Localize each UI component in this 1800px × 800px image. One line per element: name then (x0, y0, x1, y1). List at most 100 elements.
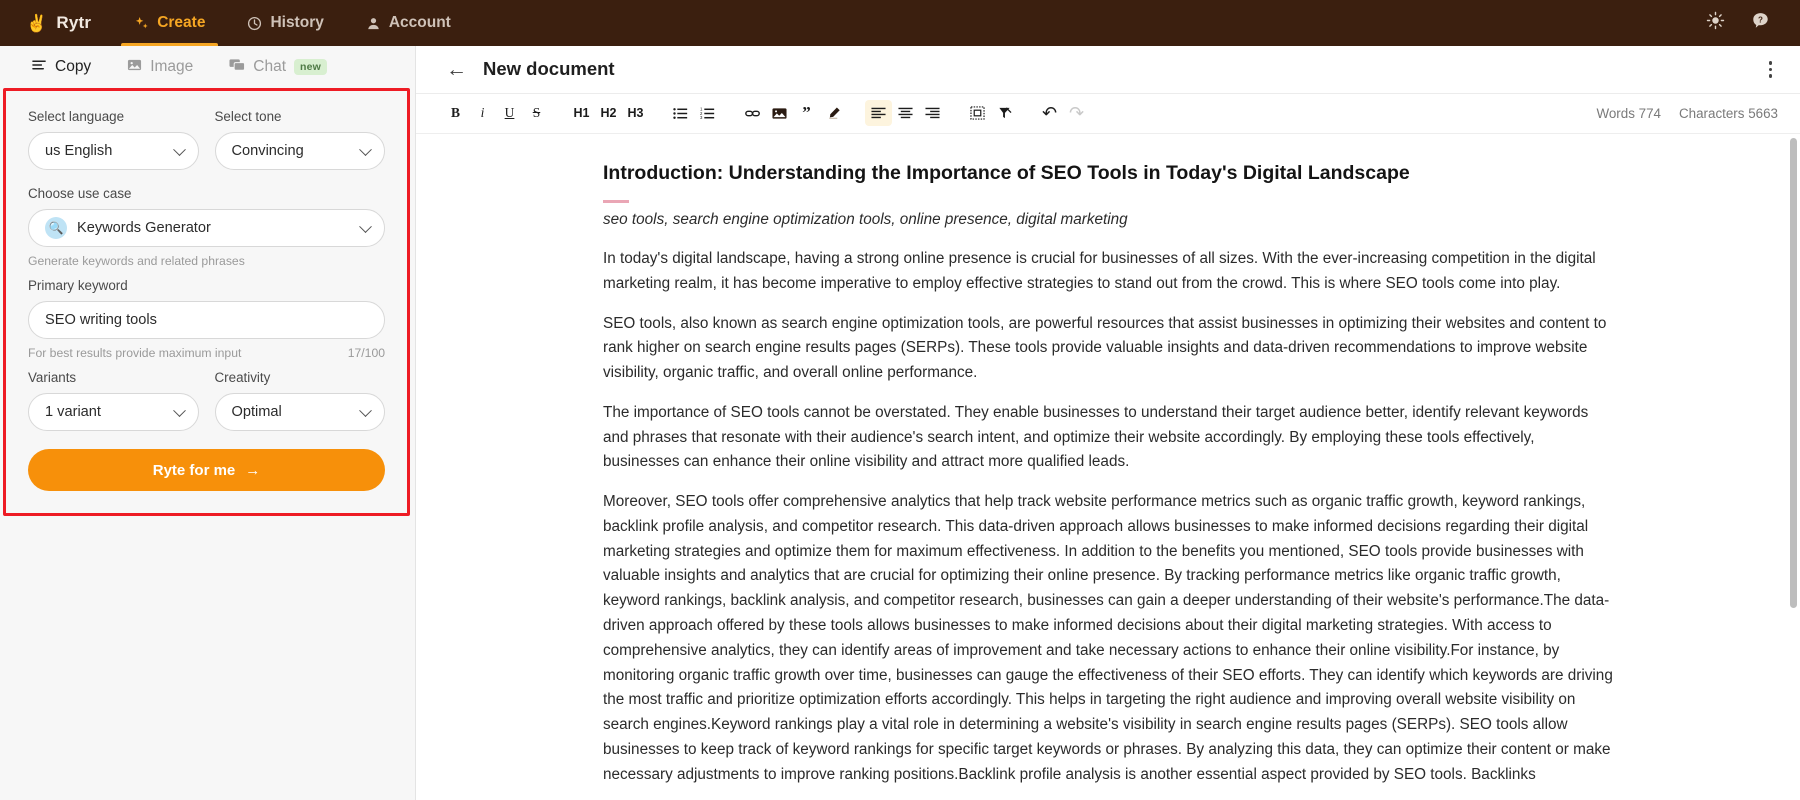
sparkle-icon (134, 16, 149, 31)
document-header: ← New document (416, 46, 1800, 94)
character-count-label: Characters (1679, 106, 1745, 121)
variants-select[interactable]: 1 variant (28, 393, 199, 431)
nav-item-history[interactable]: History (226, 0, 344, 46)
variants-creativity-row: Variants 1 variant Creativity Optimal (28, 370, 385, 435)
tone-select[interactable]: Convincing (215, 132, 386, 170)
lines-icon (32, 58, 47, 77)
bold-button[interactable]: B (442, 100, 469, 126)
tab-image-label: Image (150, 58, 193, 76)
document-counters: Words 774 Characters 5663 (1596, 106, 1778, 121)
tab-copy-label: Copy (55, 58, 91, 76)
image-button[interactable] (766, 100, 793, 126)
word-count-label: Words (1596, 106, 1634, 121)
tab-chat[interactable]: Chat new (211, 46, 345, 88)
heading-1-button[interactable]: H1 (568, 100, 595, 126)
creativity-value: Optimal (232, 404, 282, 420)
generation-form: Select language us English Select tone C… (3, 88, 410, 516)
top-bar-actions: ? (1706, 0, 1800, 46)
arrow-right-icon: → (245, 462, 260, 479)
chevron-down-icon (359, 220, 372, 233)
bird-logo-icon: ✌ (26, 15, 47, 32)
ryte-for-me-label: Ryte for me (153, 462, 236, 479)
top-bar: ✌ Rytr Create History Account ? (0, 0, 1800, 46)
help-question-icon[interactable]: ? (1751, 11, 1770, 35)
vertical-scrollbar[interactable] (1790, 138, 1797, 608)
svg-text:?: ? (1758, 15, 1763, 24)
creativity-select[interactable]: Optimal (215, 393, 386, 431)
link-button[interactable] (739, 100, 766, 126)
kebab-menu-icon[interactable] (1763, 55, 1779, 84)
ryte-for-me-button[interactable]: Ryte for me → (28, 449, 385, 491)
tab-chat-label: Chat (253, 58, 286, 76)
document-content[interactable]: Introduction: Understanding the Importan… (603, 134, 1613, 800)
use-case-hint: Generate keywords and related phrases (28, 254, 385, 268)
nav-label-account: Account (389, 14, 451, 32)
primary-keyword-meta: For best results provide maximum input 1… (28, 346, 385, 360)
image-icon (127, 58, 142, 77)
brand-logo[interactable]: ✌ Rytr (0, 0, 113, 46)
character-count: Characters 5663 (1679, 106, 1778, 121)
primary-keyword-input[interactable]: SEO writing tools (28, 301, 385, 339)
italic-button[interactable]: i (469, 100, 496, 126)
document-scroll-area[interactable]: Introduction: Understanding the Importan… (416, 134, 1800, 800)
document-heading: Introduction: Understanding the Importan… (603, 160, 1613, 186)
document-keywords-line: seo tools, search engine optimization to… (603, 211, 1613, 229)
heading-3-button[interactable]: H3 (622, 100, 649, 126)
chevron-down-icon (173, 143, 186, 156)
magnifier-icon: 🔍 (45, 217, 67, 239)
creativity-field: Creativity Optimal (215, 370, 386, 431)
word-count-value: 774 (1639, 106, 1661, 121)
use-case-value: Keywords Generator (77, 220, 211, 236)
undo-button[interactable]: ↶ (1036, 100, 1063, 126)
brand-label: Rytr (56, 13, 91, 33)
document-paragraph: In today's digital landscape, having a s… (603, 247, 1613, 297)
back-arrow-icon[interactable]: ← (446, 59, 467, 80)
left-panel: Copy Image Chat new Select language (0, 46, 416, 800)
top-navigation: Create History Account (113, 0, 472, 46)
chat-icon (229, 58, 245, 77)
document-paragraph: Moreover, SEO tools offer comprehensive … (603, 490, 1613, 787)
nav-item-account[interactable]: Account (345, 0, 472, 46)
document-paragraph: The importance of SEO tools cannot be ov… (603, 401, 1613, 475)
chevron-down-icon (173, 404, 186, 417)
clear-format-button[interactable] (991, 100, 1018, 126)
tone-field: Select tone Convincing (215, 109, 386, 170)
nav-label-history: History (270, 14, 323, 32)
nav-label-create: Create (157, 14, 205, 32)
nav-item-create[interactable]: Create (113, 0, 226, 46)
highlighter-button[interactable] (820, 100, 847, 126)
primary-keyword-field: Primary keyword SEO writing tools For be… (28, 278, 385, 360)
language-field: Select language us English (28, 109, 199, 170)
heading-2-button[interactable]: H2 (595, 100, 622, 126)
word-count: Words 774 (1596, 106, 1661, 121)
document-title: New document (483, 58, 615, 80)
tab-image[interactable]: Image (109, 46, 211, 88)
numbered-list-button[interactable]: 123 (694, 100, 721, 126)
align-right-button[interactable] (919, 100, 946, 126)
align-left-button[interactable] (865, 100, 892, 126)
document-panel: ← New document B i U S H1 H2 H3 123 (416, 46, 1800, 800)
language-select[interactable]: us English (28, 132, 199, 170)
primary-keyword-counter: 17/100 (348, 346, 385, 360)
creativity-label: Creativity (215, 370, 386, 385)
primary-keyword-hint: For best results provide maximum input (28, 346, 241, 360)
insert-block-button[interactable] (964, 100, 991, 126)
chevron-down-icon (359, 404, 372, 417)
align-center-button[interactable] (892, 100, 919, 126)
language-value: us English (45, 143, 112, 159)
strikethrough-button[interactable]: S (523, 100, 550, 126)
tone-value: Convincing (232, 143, 304, 159)
use-case-select[interactable]: 🔍 Keywords Generator (28, 209, 385, 247)
chevron-down-icon (359, 143, 372, 156)
sun-theme-icon[interactable] (1706, 11, 1725, 35)
tab-copy[interactable]: Copy (14, 46, 109, 88)
primary-keyword-value: SEO writing tools (45, 312, 157, 328)
language-label: Select language (28, 109, 199, 124)
quote-button[interactable]: ” (793, 100, 820, 126)
chat-new-badge: new (294, 59, 327, 75)
bullet-list-button[interactable] (667, 100, 694, 126)
svg-text:3: 3 (700, 115, 703, 120)
underline-button[interactable]: U (496, 100, 523, 126)
use-case-field: Choose use case 🔍 Keywords Generator Gen… (28, 186, 385, 268)
variants-value: 1 variant (45, 404, 101, 420)
